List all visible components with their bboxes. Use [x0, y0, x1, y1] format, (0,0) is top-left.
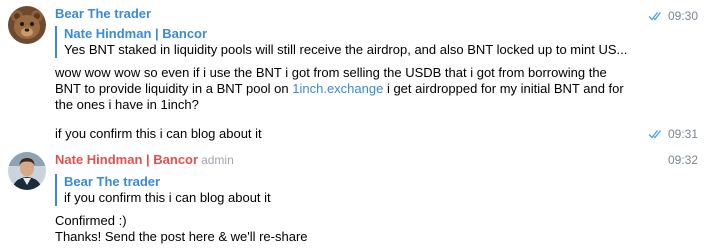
sender-name[interactable]: Bear The trader	[55, 6, 710, 22]
double-check-icon	[648, 12, 662, 21]
time-label: 09:30	[667, 9, 698, 23]
time-label: 09:32	[667, 153, 698, 167]
message-time-1: 09:30	[648, 8, 698, 24]
message-text: wow wow wow so even if i use the BNT i g…	[55, 65, 635, 113]
reply-quote[interactable]: Nate Hindman | Bancor Yes BNT staked in …	[55, 26, 655, 58]
bear-avatar[interactable]	[8, 6, 46, 44]
message-bear-2[interactable]: if you confirm this i can blog about it	[55, 126, 710, 142]
double-check-icon	[648, 130, 662, 139]
reply-author: Nate Hindman | Bancor	[64, 26, 208, 41]
message-text: if you confirm this i can blog about it	[55, 126, 262, 141]
message-bear-1[interactable]: Bear The trader Nate Hindman | Bancor Ye…	[55, 6, 710, 113]
sender-name-label[interactable]: Nate Hindman | Bancor	[55, 152, 198, 167]
time-label: 09:31	[667, 127, 698, 141]
reply-text: Yes BNT staked in liquidity pools will s…	[64, 42, 628, 57]
message-time-3: 09:32	[668, 152, 698, 168]
message-line: Confirmed :)	[55, 213, 127, 228]
exchange-link[interactable]: 1inch.exchange	[292, 81, 383, 96]
admin-badge: admin	[201, 153, 234, 167]
message-time-2: 09:31	[648, 126, 698, 142]
nate-avatar[interactable]	[8, 152, 46, 190]
reply-text: if you confirm this i can blog about it	[64, 190, 271, 205]
sender-name: Nate Hindman | Bancor admin	[55, 152, 710, 168]
message-nate[interactable]: Nate Hindman | Bancor admin Bear The trad…	[55, 152, 710, 245]
message-line: Thanks! Send the post here & we'll re-sh…	[55, 229, 308, 244]
reply-quote[interactable]: Bear The trader if you confirm this i ca…	[55, 174, 710, 206]
reply-author: Bear The trader	[64, 174, 161, 189]
